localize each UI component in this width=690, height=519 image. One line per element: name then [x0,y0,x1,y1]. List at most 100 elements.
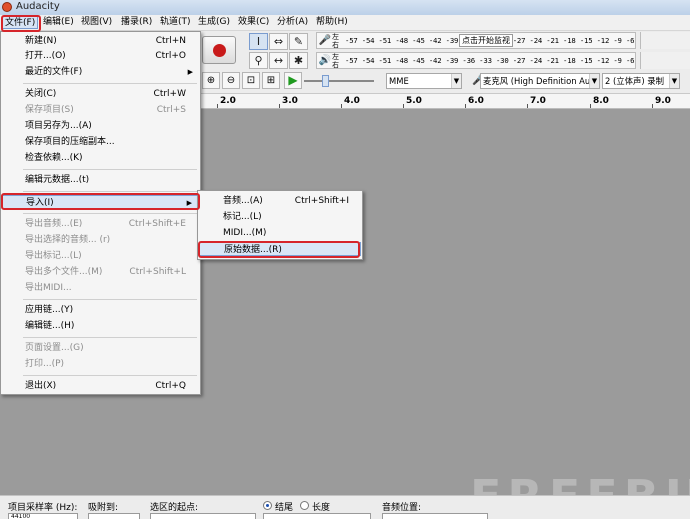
menu-item-import[interactable]: 导入(I) ▶ [2,195,200,209]
zoom-tool-icon[interactable]: ⚲ [249,52,268,69]
project-rate-label: 项目采样率 (Hz): [8,503,78,513]
menu-item-apply-chain[interactable]: 应用链...(Y) [2,303,200,317]
draw-tool-icon[interactable]: ✎ [289,33,308,50]
menu-item-exit[interactable]: 退出(X) Ctrl+Q [2,379,200,393]
menu-tracks[interactable]: 轨道(T) [158,16,193,29]
menu-separator [23,169,197,170]
submenu-item-import-raw-data[interactable]: 原始数据...(R) [199,242,361,256]
menu-generate[interactable]: 生成(G) [196,16,232,29]
timeshift-tool-icon[interactable]: ↔ [269,52,288,69]
ruler-tick [341,104,342,108]
submenu-arrow-icon: ▶ [186,199,192,207]
length-radio-label: 长度 [312,503,331,513]
menu-item-export-selection: 导出选择的音频... (r) [25,235,111,245]
meter-lr-labels: 左右 [332,33,339,49]
slider-thumb[interactable] [322,75,329,87]
ruler-tick [590,104,591,108]
window-title: Audacity [16,1,60,12]
menu-transport[interactable]: 播录(R) [119,16,154,29]
menu-item-edit-metadata[interactable]: 编辑元数据...(t) [2,173,200,187]
recording-meter[interactable]: 🎤 左右 -57 -54 -51 -48 -45 -42 -39 -36 -33… [316,32,636,49]
menu-analyze[interactable]: 分析(A) [275,16,310,29]
menu-item-save-project-as[interactable]: 项目另存为...(A) [2,119,200,133]
ruler-tick-label: 2.0 [220,96,236,106]
chevron-down-icon: ▼ [669,74,679,88]
microphone-icon: 🎤 [318,35,332,46]
menu-item-print: 打印...(P) [25,359,65,369]
selection-end-field[interactable] [263,513,371,519]
menu-item-save-project: 保存项目(S) Ctrl+S [25,105,186,115]
menu-item-close[interactable]: 关闭(C) Ctrl+W [2,87,200,101]
chevron-down-icon: ▼ [451,74,461,88]
file-menu-dropdown: 新建(N) Ctrl+N 打开...(O) Ctrl+O 最近的文件(F) ▶ 关闭(… [0,31,201,395]
submenu-item-import-labels[interactable]: 标记...(L) [199,210,361,224]
input-device-select[interactable]: 麦克风 (High Definition Au ▼ [480,73,600,89]
import-submenu: 音频...(A) Ctrl+Shift+I 标记...(L) MIDI...(M)… [197,190,363,260]
submenu-arrow-icon: ▶ [187,68,193,76]
ruler-tick-label: 4.0 [344,96,360,106]
menu-separator [23,191,197,192]
menu-separator [23,83,197,84]
menu-help[interactable]: 帮助(H) [314,16,350,29]
menu-bar: 文件(F) 编辑(E) 视图(V) 播录(R) 轨道(T) 生成(G) 效果(C… [0,15,690,31]
menu-effect[interactable]: 效果(C) [236,16,271,29]
ruler-tick [217,104,218,108]
play-at-speed-icon[interactable]: ▶ [284,72,302,89]
menu-item-recent-files[interactable]: 最近的文件(F) ▶ [2,65,200,79]
selection-start-field[interactable] [150,513,256,519]
menu-item-check-dependencies[interactable]: 检查依赖...(K) [2,151,200,165]
ruler-tick [403,104,404,108]
ruler-tick [465,104,466,108]
ruler-tick-label: 7.0 [530,96,546,106]
monitor-button[interactable]: 点击开始监视 [459,34,513,47]
end-radio[interactable] [263,501,272,510]
menu-view[interactable]: 视图(V) [79,16,114,29]
submenu-item-import-midi[interactable]: MIDI...(M) [199,226,361,240]
record-button[interactable] [202,36,236,64]
audio-host-select[interactable]: MME ▼ [386,73,462,89]
menu-item-export-audio: 导出音频...(E) Ctrl+Shift+E [25,219,186,229]
menu-item-open[interactable]: 打开...(O) Ctrl+O [2,49,200,63]
selection-bar: 项目采样率 (Hz): 44100 吸附到: 选区的起点: 结尾 长度 音频位置… [0,495,690,519]
snap-to-select[interactable] [88,513,140,519]
envelope-tool-icon[interactable]: ⇔ [269,33,288,50]
play-speed-slider[interactable] [304,74,374,88]
menu-file[interactable]: 文件(F) [2,16,39,29]
end-radio-label: 结尾 [275,503,294,513]
length-radio[interactable] [300,501,309,510]
ruler-tick-label: 3.0 [282,96,298,106]
project-rate-field[interactable]: 44100 [8,513,78,519]
ruler-tick-label: 9.0 [655,96,671,106]
submenu-item-import-audio[interactable]: 音频...(A) Ctrl+Shift+I [199,194,361,208]
playback-meter[interactable]: 🔊 左右 -57 -54 -51 -48 -45 -42 -39 -36 -33… [316,52,636,69]
ruler-tick [279,104,280,108]
selection-start-label: 选区的起点: [150,503,199,513]
fit-project-icon[interactable]: ⊞ [262,72,280,89]
chevron-down-icon: ▼ [589,74,599,88]
menu-separator [23,299,197,300]
ruler-tick-label: 8.0 [593,96,609,106]
menu-item-save-compressed-copy[interactable]: 保存项目的压缩副本... [2,135,200,149]
fit-selection-icon[interactable]: ⊡ [242,72,260,89]
channels-select[interactable]: 2 (立体声) 录制 ▼ [602,73,680,89]
audio-position-field[interactable] [382,513,488,519]
selection-tool-icon[interactable]: I [249,33,268,50]
zoom-in-icon[interactable]: ⊕ [202,72,220,89]
title-bar: Audacity [0,0,690,15]
menu-edit[interactable]: 编辑(E) [41,16,76,29]
speaker-icon: 🔊 [318,55,332,66]
snap-to-label: 吸附到: [88,503,119,513]
audacity-logo-icon [2,2,12,12]
menu-separator [23,337,197,338]
menu-item-export-multiple: 导出多个文件...(M) Ctrl+Shift+L [25,267,186,277]
slider-track [304,80,374,82]
menu-item-new[interactable]: 新建(N) Ctrl+N [2,34,200,48]
ruler-tick-label: 6.0 [468,96,484,106]
menu-item-page-setup: 页面设置...(G) [25,343,84,353]
playback-meter-scale: -57 -54 -51 -48 -45 -42 -39 -36 -33 -30 … [345,56,636,65]
meter-lr-labels: 左右 [332,53,339,69]
multi-tool-icon[interactable]: ✱ [289,52,308,69]
zoom-out-icon[interactable]: ⊖ [222,72,240,89]
menu-item-edit-chains[interactable]: 编辑链...(H) [2,319,200,333]
audio-position-label: 音频位置: [382,503,422,513]
